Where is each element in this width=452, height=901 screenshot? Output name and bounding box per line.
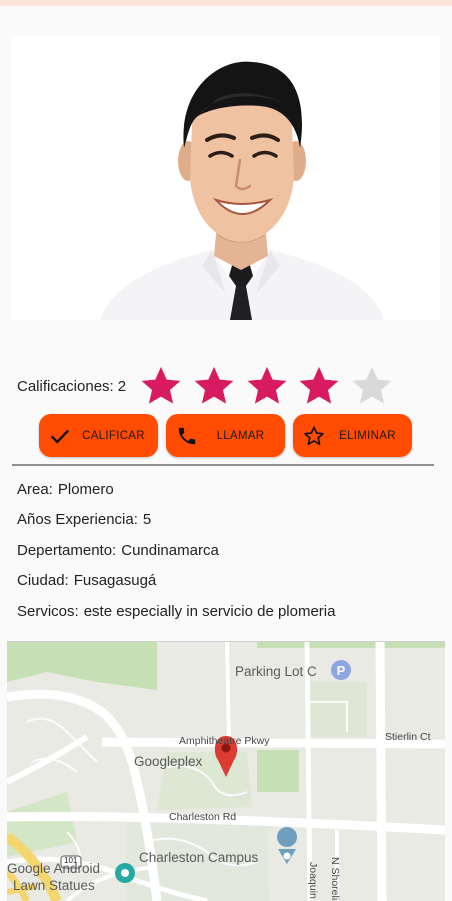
star-icon-4[interactable] [297,364,341,408]
rating-row: Calificaciones: 2 [17,362,437,410]
star-icon-1[interactable] [139,364,183,408]
call-button-label: LLAMAR [216,429,265,442]
detail-years-experience: Años Experiencia: 5 [17,511,152,528]
map-label-googleplex: Googleplex [134,754,203,769]
location-map[interactable]: P Parking Lot C Googleplex Amphitheatre … [7,641,445,901]
rate-button[interactable]: CALIFICAR [39,414,158,457]
delete-button[interactable]: ELIMINAR [293,414,412,457]
star-icon-3[interactable] [245,364,289,408]
map-label-shoreline: N Shoreline Blvd [329,857,341,901]
section-divider [12,464,434,466]
avatar-image [100,61,384,320]
star-icon-5[interactable] [350,364,394,408]
map-label-stierlin: Stierlin Ct [385,731,431,743]
detail-city: Ciudad: Fusagasugá [17,572,157,589]
star-outline-icon [304,426,324,445]
check-icon [50,429,70,444]
svg-text:P: P [337,663,346,678]
rating-label: Calificaciones: 2 [17,378,127,395]
map-label-joaquin: Joaquin Rd [307,862,319,901]
map-label-charleston-campus: Charleston Campus [139,850,259,865]
top-status-strip [0,0,452,6]
map-label-charleston-rd: Charleston Rd [169,811,237,823]
star-icon-2[interactable] [192,364,236,408]
rate-button-label: CALIFICAR [82,429,145,442]
rating-value: 2 [117,378,127,395]
detail-area: Area: Plomero [17,481,114,498]
map-label-amphitheatre: Amphitheatre Pkwy [179,735,270,747]
call-button[interactable]: LLAMAR [166,414,285,457]
phone-icon [178,427,196,445]
detail-services: Servicos: este especially in servicio de … [17,603,336,620]
map-label-hwy: 101 [64,856,78,865]
map-label-lawn: Lawn Statues [13,878,95,893]
delete-button-label: ELIMINAR [339,429,396,442]
detail-department: Depertamento: Cundinamarca [17,542,219,559]
map-label-parking: Parking Lot C [235,664,317,679]
map-label-android: Google Android [7,861,101,876]
profile-photo [12,36,440,320]
